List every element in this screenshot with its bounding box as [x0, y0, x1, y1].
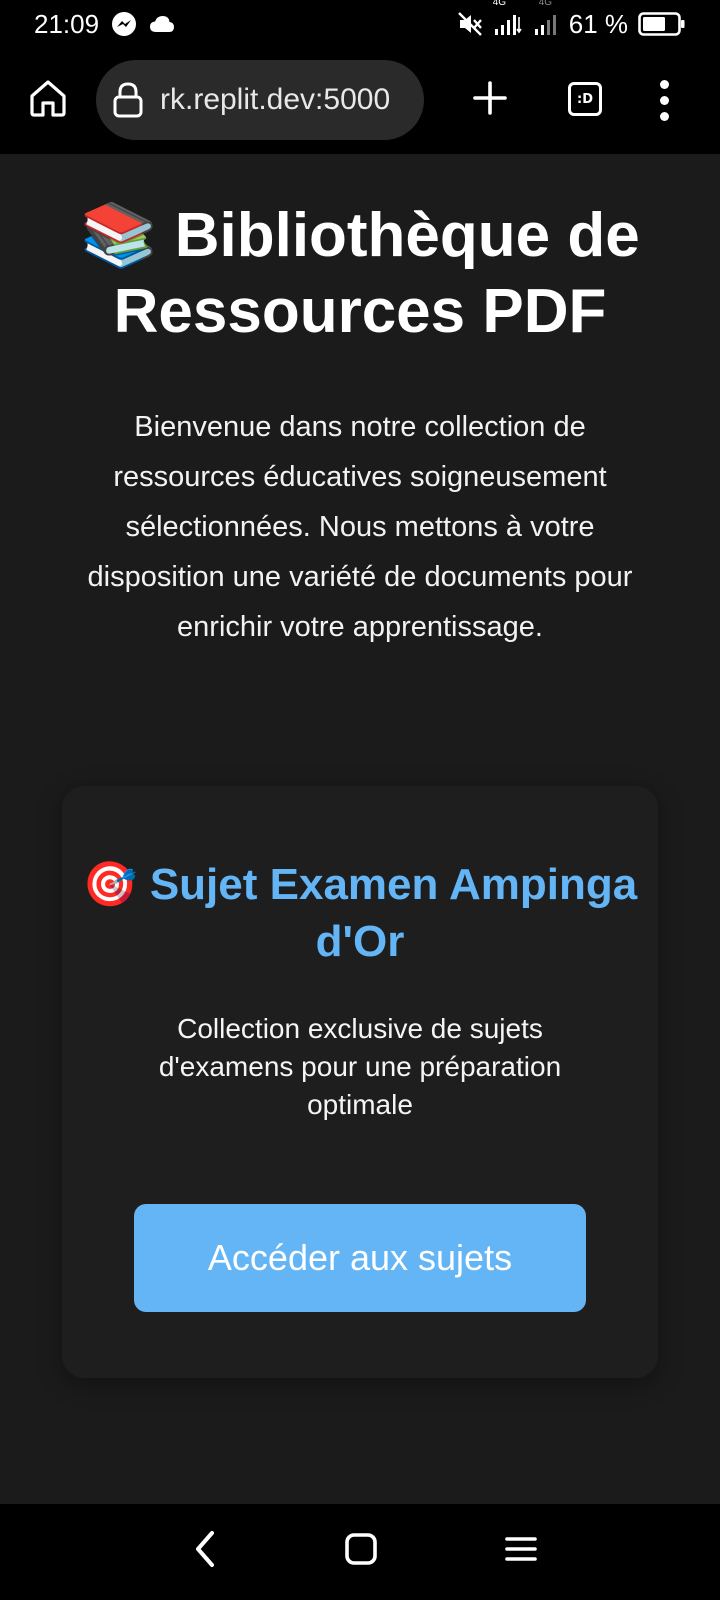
card-title-text: Sujet Examen Ampinga d'Or — [149, 860, 638, 966]
system-nav-bar — [0, 1504, 720, 1600]
url-text: rk.replit.dev:5000 — [160, 83, 391, 116]
lock-icon — [112, 81, 144, 119]
page-title-text: Bibliothèque de Ressources PDF — [113, 201, 640, 346]
signal-icon: 4G — [493, 0, 523, 37]
books-emoji: 📚 — [80, 201, 158, 270]
mute-icon — [457, 11, 483, 37]
battery-percent: 61 % — [568, 8, 628, 39]
plus-icon — [472, 80, 508, 121]
new-tab-button[interactable] — [466, 76, 514, 124]
resource-card: 🎯 Sujet Examen Ampinga d'Or Collection e… — [62, 786, 658, 1378]
battery-icon — [638, 11, 686, 37]
back-icon — [190, 1529, 220, 1574]
page-content: 📚 Bibliothèque de Ressources PDF Bienven… — [0, 154, 720, 1504]
home-button[interactable] — [24, 76, 72, 124]
tabs-button[interactable]: :D — [568, 82, 602, 116]
tabs-icon-label: :D — [577, 91, 593, 107]
messenger-icon — [111, 11, 137, 37]
address-bar[interactable]: rk.replit.dev:5000 — [96, 60, 424, 140]
browser-toolbar: rk.replit.dev:5000 :D — [0, 48, 720, 154]
recents-icon — [504, 1534, 538, 1569]
nav-home-button[interactable] — [336, 1526, 386, 1576]
cloud-icon — [149, 14, 175, 34]
network-type-label-2: 4G — [538, 0, 553, 8]
status-bar: 21:09 4G 4G 61 % — [0, 0, 720, 48]
status-time: 21:09 — [34, 8, 100, 39]
network-type-label: 4G — [492, 0, 507, 8]
signal-icon-2: 4G — [533, 0, 559, 37]
home-square-icon — [344, 1532, 378, 1571]
home-icon — [27, 77, 69, 124]
recents-button[interactable] — [496, 1526, 546, 1576]
page-title: 📚 Bibliothèque de Ressources PDF — [40, 198, 680, 350]
back-button[interactable] — [180, 1526, 230, 1576]
more-vert-icon[interactable] — [648, 76, 680, 124]
card-description: Collection exclusive de sujets d'examens… — [158, 1013, 562, 1120]
card-title: 🎯 Sujet Examen Ampinga d'Or — [82, 856, 638, 970]
intro-text: Bienvenue dans notre collection de resso… — [87, 411, 633, 643]
target-emoji: 🎯 — [82, 860, 138, 909]
access-subjects-button[interactable]: Accéder aux sujets — [134, 1204, 586, 1312]
